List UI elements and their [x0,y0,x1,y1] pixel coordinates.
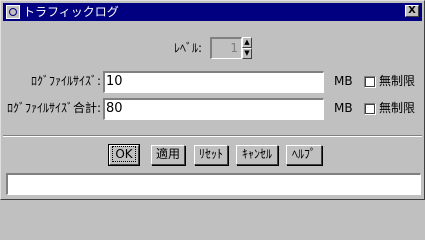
level-label: ﾚﾍﾞﾙ: [174,41,203,55]
log-file-size-input[interactable]: 10 [103,71,324,93]
ok-button-label: OK [112,146,136,162]
help-button[interactable]: ﾍﾙﾌﾟ [286,145,322,165]
log-file-size-label: ﾛｸﾞﾌｧｲﾙｻｲｽﾞ: [31,74,102,88]
apply-button[interactable]: 適用 [151,145,185,165]
close-button[interactable]: X [405,5,419,17]
ok-button[interactable]: OK [108,144,140,166]
cancel-button[interactable]: ｷｬﾝｾﾙ [236,145,278,165]
separator [3,135,422,137]
log-file-size-unlimited-label: 無制限 [379,74,416,88]
log-file-size-total-unlimited-label: 無制限 [379,101,416,115]
log-file-size-total-input[interactable]: 80 [103,98,324,120]
log-file-size-total-unlimited-checkbox[interactable] [364,103,376,115]
log-file-size-unlimited-checkbox[interactable] [364,76,376,88]
level-spinner-field: 1 [210,37,242,59]
log-file-size-total-unit: MB [334,101,353,115]
level-spin-down-button[interactable]: ▼ [242,48,252,59]
window-title: トラフィックログ [23,5,119,19]
log-file-size-unit: MB [334,74,353,88]
traffic-log-dialog: トラフィックログ X ﾚﾍﾞﾙ: 1 ▲ ▼ ﾛｸﾞﾌｧｲﾙｻｲｽﾞ: 10 M… [0,0,425,200]
status-field [6,173,421,195]
level-spin-up-button[interactable]: ▲ [242,37,252,48]
app-icon [6,5,20,19]
reset-button[interactable]: ﾘｾｯﾄ [194,145,228,165]
title-bar[interactable]: トラフィックログ X [3,3,422,21]
log-file-size-total-label: ﾛｸﾞﾌｧｲﾙｻｲｽﾞ合計: [7,101,102,115]
